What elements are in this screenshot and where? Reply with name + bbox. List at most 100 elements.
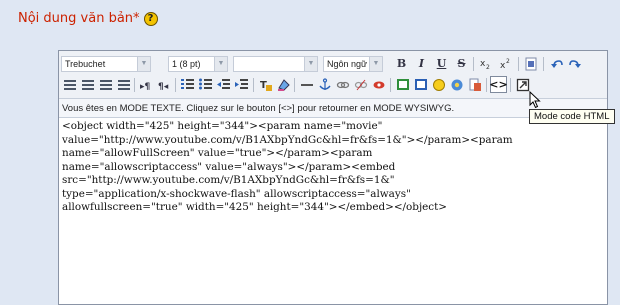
fullscreen-icon: [516, 78, 529, 91]
language-select[interactable]: Ngôn ngữ ▼: [323, 56, 383, 72]
code-icon: <>: [489, 78, 508, 91]
font-family-value: Trebuchet: [65, 59, 106, 69]
redo-icon: [568, 59, 581, 68]
nolink-icon: [373, 81, 384, 88]
text-color-icon: T: [260, 80, 272, 91]
mouse-pointer-icon: [529, 91, 541, 109]
underline-button[interactable]: U: [433, 55, 450, 72]
superscript-button[interactable]: x2: [497, 55, 514, 72]
toolbar-separator: [473, 57, 474, 71]
font-size-select[interactable]: 1 (8 pt) ▼: [168, 56, 228, 72]
align-right-button[interactable]: [97, 76, 114, 93]
anchor-button[interactable]: [316, 76, 333, 93]
table-icon: [414, 79, 427, 90]
indent-button[interactable]: [233, 76, 250, 93]
chevron-down-icon: ▼: [304, 57, 317, 71]
insert-image-button[interactable]: [394, 76, 411, 93]
rtl-button[interactable]: ¶◂: [156, 76, 173, 93]
align-left-button[interactable]: [61, 76, 78, 93]
chevron-down-icon: ▼: [137, 57, 150, 71]
subscript-icon: x2: [480, 59, 490, 70]
align-center-icon: [81, 79, 94, 90]
italic-button[interactable]: I: [413, 55, 430, 72]
highlight-icon: [277, 78, 290, 91]
undo-icon: [550, 59, 563, 68]
unlink-button[interactable]: [352, 76, 369, 93]
search-replace-button[interactable]: [466, 76, 483, 93]
smiley-icon: [432, 78, 445, 91]
toolbar-separator: [518, 57, 519, 71]
italic-icon: I: [418, 57, 425, 70]
strikethrough-button[interactable]: S: [453, 55, 470, 72]
ordered-list-icon: [181, 79, 194, 89]
align-right-icon: [99, 79, 112, 90]
mode-notice: Vous êtes en MODE TEXTE. Cliquez sur le …: [59, 99, 607, 118]
html-editor: Trebuchet ▼ 1 (8 pt) ▼ ▼ Ngôn ngữ ▼ B I …: [58, 50, 608, 305]
html-mode-button[interactable]: <>: [489, 76, 508, 93]
rtl-icon: ¶◂: [158, 82, 169, 91]
align-left-icon: [63, 79, 76, 90]
outdent-button[interactable]: [215, 76, 232, 93]
editor-toolbar: Trebuchet ▼ 1 (8 pt) ▼ ▼ Ngôn ngữ ▼ B I …: [59, 51, 607, 99]
toolbar-separator: [486, 78, 487, 92]
justify-icon: [117, 79, 130, 90]
unordered-list-button[interactable]: [197, 76, 214, 93]
svg-text:2: 2: [506, 58, 510, 65]
justify-button[interactable]: [115, 76, 132, 93]
field-label: Nội dung văn bản* ?: [18, 11, 158, 26]
anchor-icon: [318, 77, 331, 90]
horizontal-rule-button[interactable]: [298, 76, 315, 93]
superscript-icon: x2: [500, 58, 510, 70]
ltr-button[interactable]: ▸¶: [138, 76, 155, 93]
bold-icon: B: [396, 57, 407, 70]
field-label-text: Nội dung văn bản*: [18, 11, 140, 26]
clean-word-button[interactable]: [522, 55, 539, 72]
undo-button[interactable]: [548, 55, 565, 72]
toolbar-separator: [134, 78, 135, 92]
image-icon: [396, 79, 409, 90]
ordered-list-button[interactable]: [179, 76, 196, 93]
underline-icon: U: [436, 57, 447, 70]
svg-text:T: T: [260, 80, 267, 91]
unlink-icon: [354, 79, 367, 90]
chevron-down-icon: ▼: [214, 57, 227, 71]
ltr-icon: ▸¶: [140, 82, 150, 91]
link-button[interactable]: [334, 76, 351, 93]
help-icon[interactable]: ?: [143, 11, 158, 26]
insert-table-button[interactable]: [412, 76, 429, 93]
clean-word-icon: [525, 57, 536, 70]
horizontal-rule-icon: [300, 83, 313, 86]
font-size-value: 1 (8 pt): [172, 59, 201, 69]
toolbar-separator: [543, 57, 544, 71]
outdent-icon: [217, 79, 230, 89]
toolbar-separator: [253, 78, 254, 92]
link-icon: [336, 81, 349, 88]
text-color-button[interactable]: T: [257, 76, 274, 93]
chevron-down-icon: ▼: [369, 57, 382, 71]
font-family-select[interactable]: Trebuchet ▼: [61, 56, 151, 72]
indent-icon: [235, 79, 248, 89]
background-color-button[interactable]: [275, 76, 292, 93]
insert-smiley-button[interactable]: [430, 76, 447, 93]
toolbar-separator: [175, 78, 176, 92]
special-char-icon: [451, 79, 462, 90]
align-center-button[interactable]: [79, 76, 96, 93]
insert-char-button[interactable]: [448, 76, 465, 93]
nolink-button[interactable]: [370, 76, 387, 93]
tooltip: Mode code HTML: [529, 109, 615, 124]
bold-button[interactable]: B: [393, 55, 410, 72]
toolbar-separator: [510, 78, 511, 92]
strikethrough-icon: S: [457, 57, 466, 70]
svg-text:¶◂: ¶◂: [158, 82, 169, 91]
language-value: Ngôn ngữ: [327, 59, 368, 69]
unordered-list-icon: [199, 78, 212, 90]
subscript-button[interactable]: x2: [477, 55, 494, 72]
redo-button[interactable]: [566, 55, 583, 72]
heading-select[interactable]: ▼: [233, 56, 318, 72]
toolbar-separator: [294, 78, 295, 92]
search-replace-icon: [469, 78, 481, 91]
html-code-textarea[interactable]: <object width="425" height="344"><param …: [59, 118, 607, 304]
toolbar-separator: [390, 78, 391, 92]
svg-text:2: 2: [486, 64, 490, 70]
svg-text:▸¶: ▸¶: [140, 82, 150, 91]
